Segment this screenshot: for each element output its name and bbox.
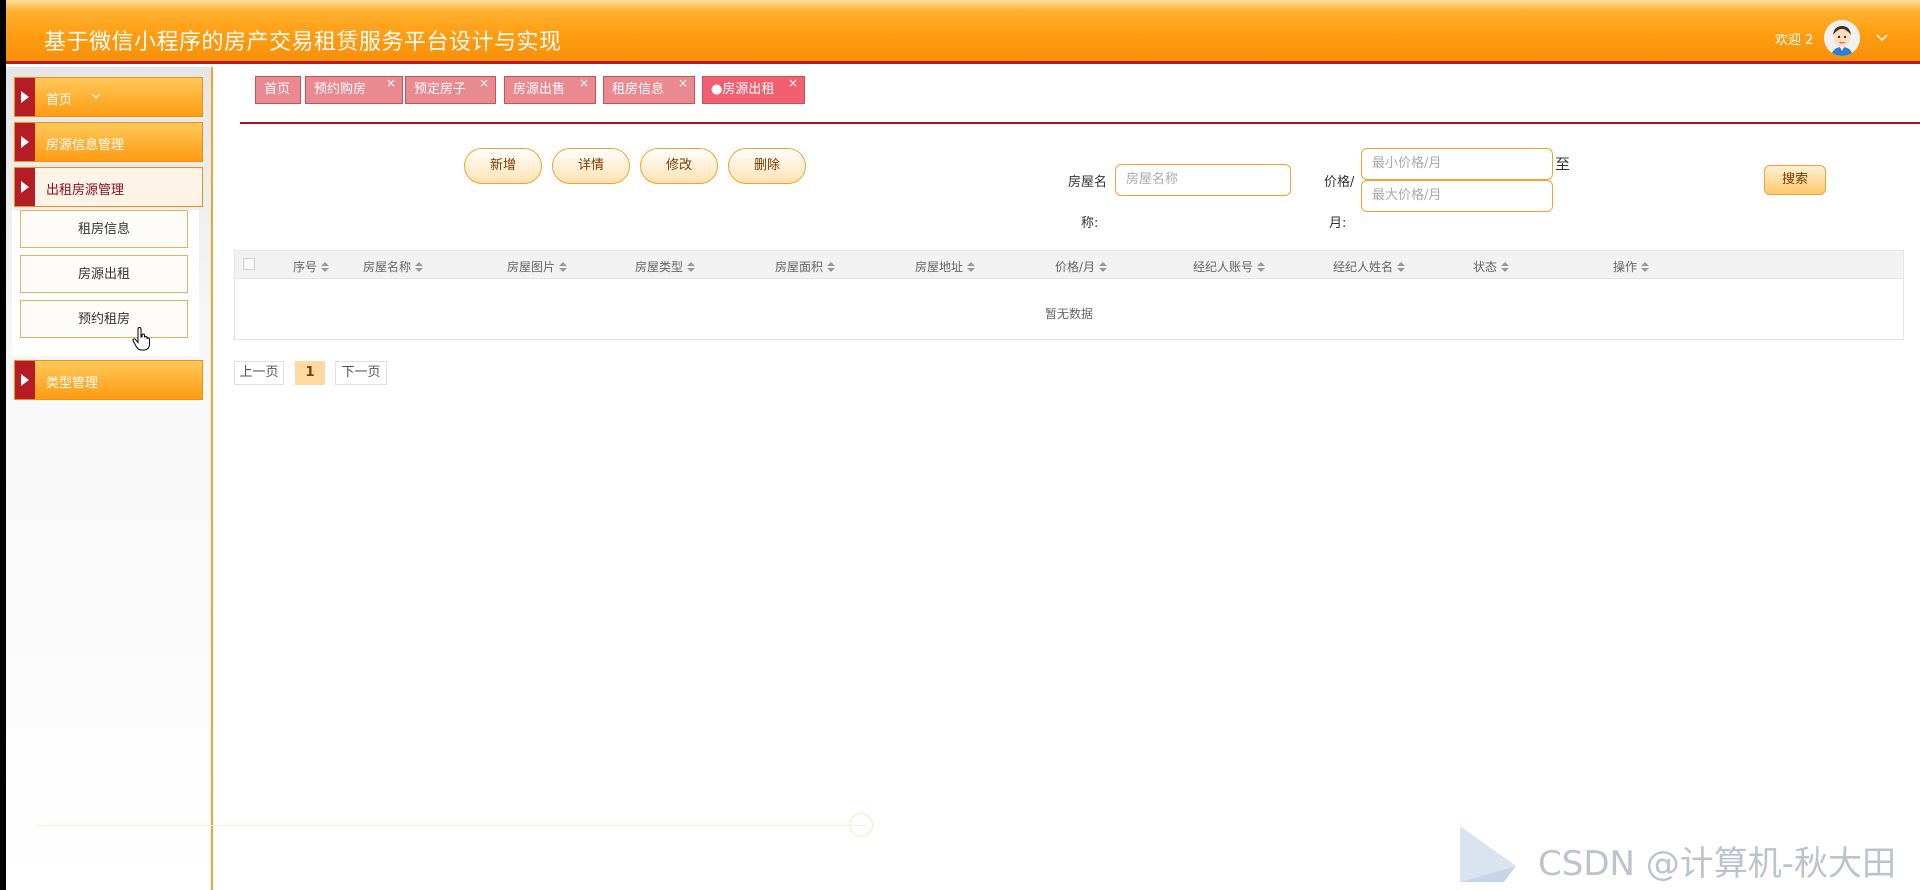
tab-label: ●房源出租: [711, 82, 775, 97]
sidebar-item-label: 出租房源管理: [46, 183, 125, 198]
sort-icon: [967, 261, 976, 274]
play-arrow-icon: [15, 361, 35, 399]
tab-property-sale[interactable]: 房源出售 ×: [504, 76, 596, 104]
tab-label: 预约购房: [314, 82, 367, 97]
column-header[interactable]: 经纪人账号: [1193, 258, 1266, 275]
sort-icon: [687, 261, 696, 274]
welcome-text: 欢迎 2: [1775, 33, 1814, 48]
sort-icon: [1099, 261, 1108, 274]
sort-icon: [827, 261, 836, 274]
sidebar: 首页 房源信息管理 出租房源管理 租房信息 房源出租 预约租房 类型管理: [6, 67, 213, 890]
avatar[interactable]: [1824, 20, 1860, 56]
submenu-item-rent-out[interactable]: 房源出租: [20, 255, 188, 293]
tab-label: 房源出售: [513, 82, 566, 97]
sort-icon: [415, 261, 424, 274]
hand-cursor-icon: [132, 327, 150, 351]
column-header[interactable]: 房屋类型: [635, 258, 696, 275]
submenu: 租房信息 房源出租 预约租房: [12, 210, 199, 356]
range-separator: 至: [1555, 155, 1571, 173]
column-header[interactable]: 经纪人姓名: [1333, 258, 1406, 275]
column-header[interactable]: 序号: [293, 258, 330, 275]
sidebar-item-home[interactable]: 首页: [14, 77, 203, 117]
sidebar-item-label: 房源信息管理: [46, 138, 125, 153]
price-label-suffix: 月:: [1329, 216, 1347, 231]
top-header: 基于微信小程序的房产交易租赁服务平台设计与实现 欢迎 2: [6, 0, 1920, 64]
submenu-item-booking[interactable]: 预约租房: [20, 300, 188, 338]
close-icon[interactable]: ×: [678, 70, 688, 96]
close-icon[interactable]: ×: [386, 70, 396, 96]
close-icon[interactable]: ×: [579, 70, 589, 96]
column-header[interactable]: 房屋面积: [775, 258, 836, 275]
tab-booking-purchase[interactable]: 预约购房 ×: [305, 76, 403, 104]
sidebar-item-rental-management[interactable]: 出租房源管理: [14, 167, 203, 207]
column-header[interactable]: 价格/月: [1055, 258, 1108, 275]
sort-icon: [1257, 261, 1266, 274]
column-header[interactable]: 房屋图片: [507, 258, 568, 275]
min-price-input[interactable]: 最小价格/月: [1361, 148, 1553, 180]
search-button[interactable]: 搜索: [1764, 165, 1826, 195]
data-table: 序号 房屋名称 房屋图片 房屋类型 房屋面积 房屋地址 价格/月 经纪人账号 经…: [234, 250, 1904, 340]
sidebar-item-property-info[interactable]: 房源信息管理: [14, 122, 203, 162]
tab-label: 首页: [264, 82, 291, 97]
name-label-suffix: 称:: [1081, 216, 1099, 231]
decorative-circle: [849, 813, 873, 837]
column-header[interactable]: 操作: [1613, 258, 1650, 275]
tab-rent-info[interactable]: 租房信息 ×: [603, 76, 695, 104]
submenu-item-rent-info[interactable]: 租房信息: [20, 210, 188, 248]
tab-label: 预定房子: [414, 82, 467, 97]
name-label: 房屋名: [1068, 175, 1108, 190]
close-icon[interactable]: ×: [479, 70, 489, 96]
play-arrow-icon: [15, 78, 35, 116]
play-arrow-icon: [15, 123, 35, 161]
decorative-line: [36, 825, 866, 826]
watermark-text: CSDN @计算机-秋大田: [1538, 844, 1897, 884]
page-1-button[interactable]: 1: [295, 361, 325, 385]
column-header[interactable]: 状态: [1473, 258, 1510, 275]
tab-rent-out[interactable]: ●房源出租 ×: [702, 76, 805, 104]
tab-home[interactable]: 首页: [255, 76, 301, 104]
detail-button[interactable]: 详情: [552, 148, 630, 184]
play-arrow-icon: [15, 168, 35, 206]
sort-icon: [559, 261, 568, 274]
tab-bar: 首页 预约购房 × 预定房子 × 房源出售 × 租房信息 × ●房源出租 ×: [240, 64, 1920, 124]
chevron-down-icon[interactable]: [1872, 27, 1892, 47]
column-header[interactable]: 房屋名称: [363, 258, 424, 275]
max-price-input[interactable]: 最大价格/月: [1361, 180, 1553, 212]
sort-icon: [1501, 261, 1510, 274]
add-button[interactable]: 新增: [464, 148, 542, 184]
tab-label: 租房信息: [612, 82, 665, 97]
delete-button[interactable]: 删除: [728, 148, 806, 184]
app-window: 基于微信小程序的房产交易租赁服务平台设计与实现 欢迎 2 首页 房源信息管理 出…: [6, 0, 1920, 890]
column-header[interactable]: 房屋地址: [915, 258, 976, 275]
app-title: 基于微信小程序的房产交易租赁服务平台设计与实现: [44, 30, 562, 55]
sidebar-item-type-management[interactable]: 类型管理: [14, 360, 203, 400]
sidebar-item-label: 首页: [46, 93, 73, 108]
csdn-logo-icon: [1460, 826, 1516, 882]
select-all-checkbox[interactable]: [243, 258, 255, 270]
chevron-down-icon: [91, 93, 101, 99]
house-name-input[interactable]: 房屋名称: [1115, 164, 1291, 196]
empty-state-text: 暂无数据: [1044, 307, 1093, 321]
next-page-button[interactable]: 下一页: [335, 361, 387, 385]
edit-button[interactable]: 修改: [640, 148, 718, 184]
tab-reserve-house[interactable]: 预定房子 ×: [405, 76, 496, 104]
table-header: 序号 房屋名称 房屋图片 房屋类型 房屋面积 房屋地址 价格/月 经纪人账号 经…: [235, 251, 1903, 279]
sidebar-item-label: 类型管理: [46, 376, 99, 391]
price-label: 价格/: [1324, 175, 1355, 190]
sort-icon: [1641, 261, 1650, 274]
prev-page-button[interactable]: 上一页: [234, 361, 284, 385]
sort-icon: [321, 261, 330, 274]
sort-icon: [1397, 261, 1406, 274]
close-icon[interactable]: ×: [788, 70, 798, 96]
